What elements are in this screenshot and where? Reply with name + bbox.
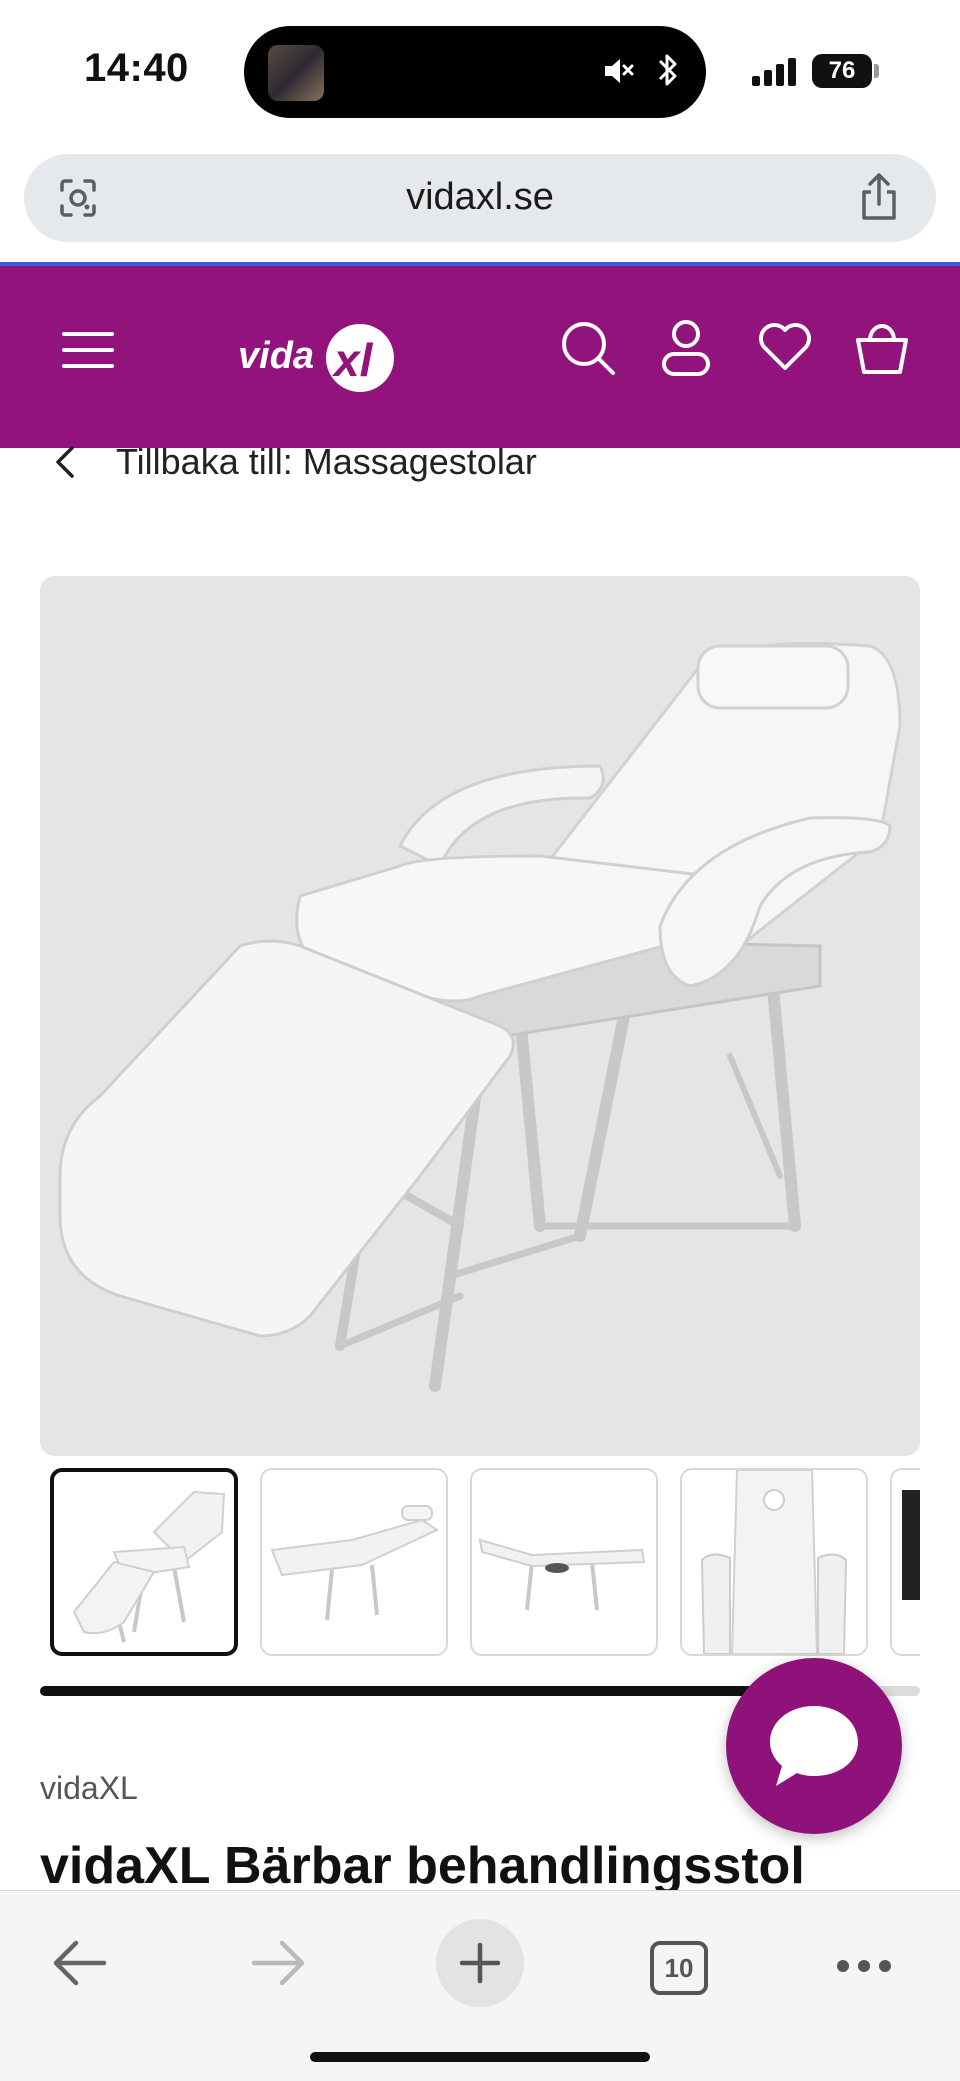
thumbnail-chair-top bbox=[700, 1470, 848, 1654]
menu-icon[interactable] bbox=[60, 326, 116, 374]
thumbnail-chair-side bbox=[478, 1538, 646, 1611]
svg-text:vida: vida bbox=[238, 335, 314, 377]
new-tab-plus-icon bbox=[459, 1942, 501, 1984]
url-text[interactable]: vidaxl.se bbox=[24, 176, 936, 219]
home-indicator bbox=[310, 2052, 650, 2062]
product-brand[interactable]: vidaXL bbox=[40, 1770, 138, 1807]
gallery-scroll-thumb[interactable] bbox=[40, 1686, 762, 1696]
tabs-icon[interactable]: 10 bbox=[650, 1941, 708, 1995]
treatment-chair-image bbox=[58, 642, 902, 1392]
chevron-left-icon bbox=[56, 446, 74, 478]
thumbnail-chair-dark bbox=[902, 1490, 920, 1600]
avatar-thumbnail bbox=[268, 45, 324, 101]
chat-bubble-icon bbox=[770, 1706, 858, 1786]
product-main-image[interactable] bbox=[40, 576, 920, 1456]
thumbnail-strip[interactable] bbox=[50, 1468, 920, 1658]
thumbnail-2[interactable] bbox=[260, 1468, 448, 1656]
thumbnail-chair-angle bbox=[72, 1490, 226, 1643]
wishlist-icon[interactable] bbox=[756, 318, 814, 374]
thumbnail-3[interactable] bbox=[470, 1468, 658, 1656]
thumbnail-1[interactable] bbox=[50, 1468, 238, 1656]
svg-text:xl: xl bbox=[331, 334, 374, 386]
back-arrow-icon[interactable] bbox=[50, 1937, 108, 1989]
thumbnail-4[interactable] bbox=[680, 1468, 868, 1656]
share-icon[interactable] bbox=[854, 170, 904, 224]
search-icon[interactable] bbox=[558, 318, 618, 378]
more-icon[interactable] bbox=[836, 1959, 892, 1973]
chat-button[interactable] bbox=[726, 1658, 902, 1834]
site-header: vida xl bbox=[0, 262, 960, 448]
new-tab-button[interactable] bbox=[436, 1919, 524, 2007]
bluetooth-icon bbox=[658, 54, 677, 86]
signal-icon bbox=[752, 58, 796, 86]
thumbnail-chair-flat bbox=[270, 1505, 440, 1621]
status-bar: 14:40 76 bbox=[0, 0, 960, 140]
cart-icon[interactable] bbox=[852, 318, 912, 378]
address-bar[interactable]: vidaxl.se bbox=[24, 154, 936, 242]
account-icon[interactable] bbox=[660, 318, 712, 378]
mute-icon bbox=[605, 59, 634, 83]
status-time: 14:40 bbox=[84, 46, 189, 90]
dynamic-island bbox=[244, 26, 706, 118]
vidaxl-logo[interactable]: vida xl bbox=[236, 316, 406, 396]
thumbnail-5[interactable] bbox=[890, 1468, 920, 1656]
battery-icon: 76 bbox=[812, 54, 872, 88]
back-link-label[interactable]: Tillbaka till: Massagestolar bbox=[116, 441, 537, 483]
product-title: vidaXL Bärbar behandlingsstol bbox=[40, 1837, 805, 1895]
battery-cap bbox=[874, 64, 879, 78]
back-to-category-link[interactable]: Tillbaka till: Massagestolar bbox=[52, 432, 537, 492]
forward-arrow-icon[interactable] bbox=[250, 1937, 308, 1989]
